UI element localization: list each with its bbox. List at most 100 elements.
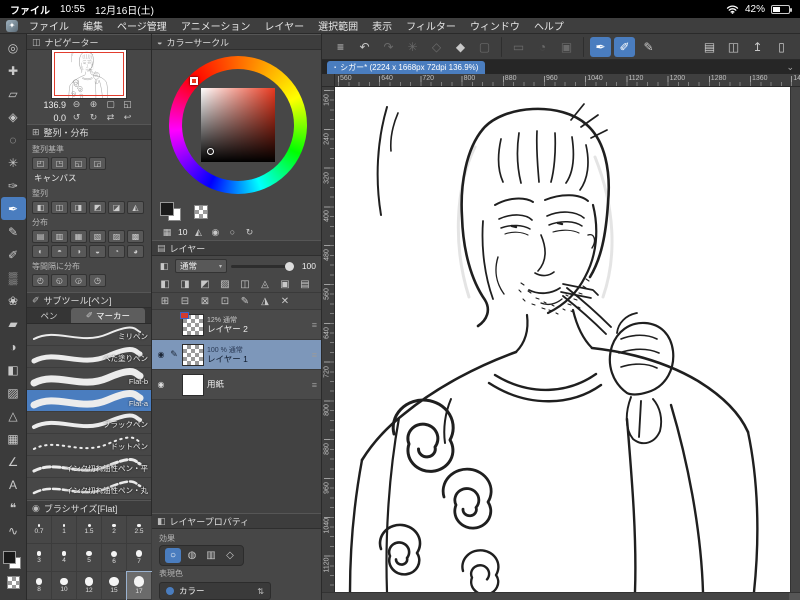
redo-icon[interactable]: ↷ [378, 37, 399, 57]
button-icon[interactable]: ◴ [32, 274, 49, 287]
button-icon[interactable]: ◰ [32, 157, 49, 170]
navigator-view-rect[interactable] [54, 52, 124, 96]
main-color-swatches[interactable] [2, 550, 24, 572]
brush-size-cell[interactable]: 10 [52, 572, 77, 600]
color-wheel[interactable] [152, 50, 321, 200]
share-icon[interactable]: ↥ [747, 37, 768, 57]
layer-color-effect-icon[interactable]: ▥ [203, 548, 219, 563]
button-icon[interactable]: ▤ [32, 230, 49, 243]
foreground-color-swatch[interactable] [3, 551, 16, 564]
layer-row[interactable]: ◉ 用紙 ≡ [152, 370, 321, 400]
lock-alpha-icon[interactable]: ▨ [216, 277, 234, 291]
ruler-tool-tool[interactable]: ∠ [1, 450, 26, 473]
transform-icon[interactable]: ▢ [474, 37, 495, 57]
palette-dock-icon[interactable]: ▤ [699, 37, 720, 57]
layer-row[interactable]: ◉ ✎ 100 % 通常 レイヤー 1 ≡ [152, 340, 321, 370]
approx-color-icon[interactable]: ◉ [208, 226, 222, 239]
workspace-icon[interactable]: ◫ [723, 37, 744, 57]
button-icon[interactable]: ◧ [32, 201, 49, 214]
blend-tool[interactable]: ◑ [1, 335, 26, 358]
visibility-eye-icon[interactable]: ◉ [156, 350, 166, 359]
select-rect-icon[interactable]: ▭ [508, 37, 529, 57]
align-basis-value[interactable]: キャンバス [32, 171, 146, 186]
brush-size-cell[interactable]: 5 [77, 544, 102, 572]
button-icon[interactable]: ▧ [89, 230, 106, 243]
brush-size-cell[interactable]: 1 [52, 516, 77, 544]
brush-tool[interactable]: ✐ [1, 243, 26, 266]
menu-item[interactable]: アニメーション [174, 18, 258, 33]
menu-item[interactable]: フィルター [399, 18, 463, 33]
flip-layer-icon[interactable]: ◮ [256, 294, 274, 308]
new-layer-icon[interactable]: ⊞ [156, 294, 174, 308]
layer-handle[interactable]: ≡ [312, 350, 317, 360]
subtool-tab-marker[interactable]: ✐ マーカー [71, 308, 145, 323]
auto-select-tool[interactable]: ✳ [1, 151, 26, 174]
sv-cursor[interactable] [207, 148, 214, 155]
foreground-color-swatch[interactable] [160, 202, 174, 216]
delete-layer-icon[interactable]: ✕ [276, 294, 294, 308]
menu-item[interactable]: レイヤー [257, 18, 311, 33]
brush-item[interactable]: Flat-b [27, 368, 151, 390]
palette-menu-icon[interactable]: ▤ [296, 277, 314, 291]
select-rotate-icon[interactable]: ◔ [532, 37, 553, 57]
airbrush-tool[interactable]: ▒ [1, 266, 26, 289]
zoom-out-icon[interactable]: ⊖ [69, 98, 84, 111]
button-icon[interactable]: ◓ [51, 245, 68, 258]
correct-line-tool[interactable]: ∿ [1, 519, 26, 542]
fill-icon[interactable]: ◆ [450, 37, 471, 57]
brush-size-cell[interactable]: 1.5 [77, 516, 102, 544]
button-icon[interactable]: ◔ [108, 245, 125, 258]
color-swatch-pair[interactable] [160, 201, 184, 223]
button-icon[interactable]: ◩ [89, 201, 106, 214]
brush-size-cell[interactable]: 4 [52, 544, 77, 572]
companion-device-icon[interactable]: ▯ [771, 37, 792, 57]
flip-horizontal-icon[interactable]: ⇄ [103, 111, 118, 124]
reference-layer-icon[interactable]: ◨ [176, 277, 194, 291]
button-icon[interactable]: ◭ [127, 201, 144, 214]
extract-line-icon[interactable]: ◇ [222, 548, 238, 563]
status-app-menu[interactable]: ファイル [10, 2, 50, 17]
button-icon[interactable]: ▥ [51, 230, 68, 243]
layer-handle[interactable]: ≡ [312, 320, 317, 330]
tone-grid-icon[interactable]: ▦ [160, 226, 174, 239]
menu-item[interactable]: ウィンドウ [463, 18, 527, 33]
navigator-preview[interactable] [27, 50, 151, 98]
brush-item[interactable]: べた塗りペン [27, 346, 151, 368]
clip-below-icon[interactable]: ◧ [156, 277, 174, 291]
merge-down-icon[interactable]: ⊡ [216, 294, 234, 308]
menu-item[interactable]: 選択範囲 [311, 18, 365, 33]
menu-item[interactable]: ヘルプ [527, 18, 571, 33]
menu-item[interactable]: 編集 [76, 18, 110, 33]
button-icon[interactable]: ▦ [70, 230, 87, 243]
tone-effect-icon[interactable]: ◍ [184, 548, 200, 563]
button-icon[interactable]: ◱ [70, 157, 87, 170]
zoom-in-icon[interactable]: ⊕ [86, 98, 101, 111]
opacity-slider[interactable] [231, 261, 294, 271]
brush-item[interactable]: インク切れ油性ペン・丸 [27, 478, 151, 500]
brush-size-cell[interactable]: 15 [102, 572, 127, 600]
layer-row[interactable]: 12% 通常 レイヤー 2 ≡ [152, 310, 321, 340]
expression-color-select[interactable]: カラー ⇅ [159, 582, 271, 600]
button-icon[interactable]: ◨ [70, 201, 87, 214]
button-icon[interactable]: ◕ [127, 245, 144, 258]
button-icon[interactable]: ◫ [51, 201, 68, 214]
selection-tool[interactable]: ◌ [1, 128, 26, 151]
brush-item[interactable]: ドットペン [27, 434, 151, 456]
opacity-slider-knob[interactable] [285, 261, 294, 271]
brush-size-cell[interactable]: 3 [27, 544, 52, 572]
eraser-tool[interactable]: ▰ [1, 312, 26, 335]
color-history-icon[interactable]: ○ [225, 226, 239, 239]
transfer-layer-icon[interactable]: ⊠ [196, 294, 214, 308]
actual-size-icon[interactable]: ◱ [120, 98, 135, 111]
subtool-tab-pen[interactable]: ペン [27, 308, 71, 323]
brush-size-cell[interactable]: 12 [77, 572, 102, 600]
menu-item[interactable]: 表示 [365, 18, 399, 33]
button-icon[interactable]: ◪ [108, 201, 125, 214]
undo-icon[interactable]: ↶ [354, 37, 375, 57]
brush-size-cell[interactable]: 6 [102, 544, 127, 572]
pencil-tool[interactable]: ✎ [1, 220, 26, 243]
fit-screen-icon[interactable]: ▢ [103, 98, 118, 111]
border-effect-icon[interactable]: ○ [165, 548, 181, 563]
layer-handle[interactable]: ≡ [312, 380, 317, 390]
color-mode-icon[interactable]: ◭ [191, 226, 205, 239]
